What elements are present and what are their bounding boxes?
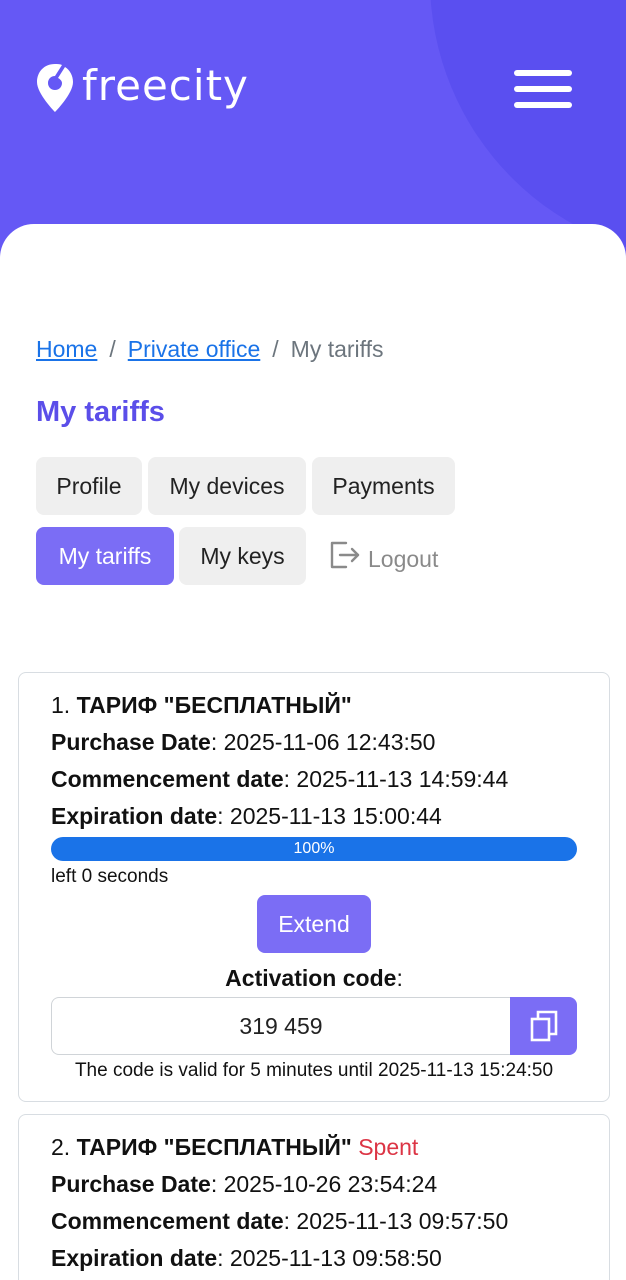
code-validity-note: The code is valid for 5 minutes until 20… (74, 1060, 554, 1081)
header: freecity (0, 0, 626, 260)
purchase-date-label: Purchase Date (51, 729, 211, 755)
extend-button[interactable]: Extend (257, 895, 371, 953)
activation-code-label-text: Activation code (225, 965, 397, 991)
tab-profile[interactable]: Profile (36, 457, 142, 515)
breadcrumb-separator: / (109, 336, 116, 362)
tariff-card: 1. ТАРИФ "БЕСПЛАТНЫЙ" Purchase Date: 202… (18, 672, 610, 1102)
tariff-index: 1. (51, 692, 71, 718)
tariff-name: ТАРИФ "БЕСПЛАТНЫЙ" (76, 1134, 352, 1160)
tab-my-tariffs[interactable]: My tariffs (36, 527, 174, 585)
expiration-date-value: : 2025-11-13 09:58:50 (217, 1245, 442, 1271)
logout-label: Logout (368, 545, 439, 572)
commencement-date-row: Commencement date: 2025-11-13 09:57:50 (51, 1203, 577, 1240)
purchase-date-value: : 2025-10-26 23:54:24 (210, 1171, 438, 1197)
logout-button[interactable]: Logout (326, 537, 438, 573)
activation-code-group (51, 997, 577, 1055)
time-left: left 0 seconds (51, 866, 169, 887)
breadcrumb-separator: / (272, 336, 279, 362)
expiration-date-row: Expiration date: 2025-11-13 09:58:50 (51, 1240, 577, 1277)
commencement-date-row: Commencement date: 2025-11-13 14:59:44 (51, 761, 577, 798)
tab-my-keys[interactable]: My keys (179, 527, 306, 585)
breadcrumb-current: My tariffs (290, 336, 384, 362)
breadcrumb: Home / Private office / My tariffs (36, 336, 384, 363)
main-content: Home / Private office / My tariffs My ta… (0, 224, 626, 1280)
commencement-date-label: Commencement date (51, 766, 284, 792)
activation-code-label: Activation code: (51, 963, 577, 993)
header-decor-circle (430, 0, 626, 260)
hamburger-icon (514, 102, 572, 108)
breadcrumb-private-office[interactable]: Private office (128, 336, 261, 363)
copy-code-button[interactable] (510, 997, 577, 1055)
progress-fill: 100% (51, 837, 577, 861)
purchase-date-row: Purchase Date: 2025-10-26 23:54:24 (51, 1166, 577, 1203)
tab-my-devices[interactable]: My devices (148, 457, 306, 515)
commencement-date-value: : 2025-11-13 09:57:50 (283, 1208, 509, 1234)
copy-icon (530, 1010, 557, 1042)
logout-icon (330, 541, 360, 569)
hamburger-icon (514, 70, 572, 76)
commencement-date-label: Commencement date (51, 1208, 284, 1234)
tariff-name: ТАРИФ "БЕСПЛАТНЫЙ" (76, 692, 352, 718)
hamburger-icon (514, 86, 572, 92)
commencement-date-value: : 2025-11-13 14:59:44 (283, 766, 509, 792)
expiration-date-label: Expiration date (51, 803, 218, 829)
purchase-date-label: Purchase Date (51, 1171, 211, 1197)
tariff-card: 2. ТАРИФ "БЕСПЛАТНЫЙ" Spent Purchase Dat… (18, 1114, 610, 1280)
expiration-date-label: Expiration date (51, 1245, 218, 1271)
time-progress-bar: 100% (51, 837, 577, 861)
breadcrumb-home[interactable]: Home (36, 336, 97, 363)
tariff-heading: 2. ТАРИФ "БЕСПЛАТНЫЙ" Spent (51, 1129, 577, 1166)
tab-payments[interactable]: Payments (312, 457, 455, 515)
purchase-date-value: : 2025-11-06 12:43:50 (210, 729, 436, 755)
activation-code-colon: : (396, 965, 403, 991)
expiration-date-value: : 2025-11-13 15:00:44 (217, 803, 442, 829)
tariff-heading: 1. ТАРИФ "БЕСПЛАТНЫЙ" (51, 687, 577, 724)
page-title: My tariffs (36, 396, 165, 428)
brand-name: freecity (82, 61, 249, 110)
status-badge: Spent (358, 1134, 419, 1160)
expiration-date-row: Expiration date: 2025-11-13 15:00:44 (51, 798, 577, 835)
purchase-date-row: Purchase Date: 2025-11-06 12:43:50 (51, 724, 577, 761)
activation-code-field[interactable] (51, 997, 510, 1055)
map-pin-icon (37, 64, 73, 112)
logo[interactable]: freecity (36, 62, 249, 114)
tariff-index: 2. (51, 1134, 71, 1160)
menu-button[interactable] (508, 66, 578, 116)
